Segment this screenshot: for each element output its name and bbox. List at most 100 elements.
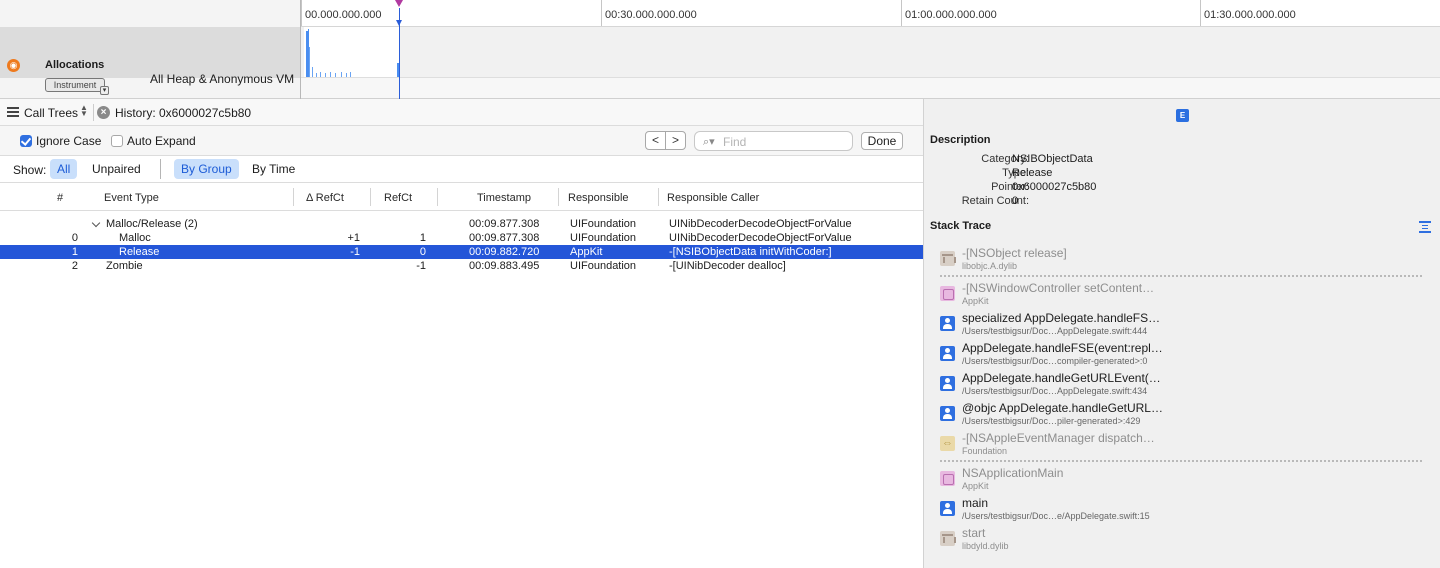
time-ruler[interactable]: 00.000.000.000 00:30.000.000.000 01:00.0… xyxy=(301,0,1440,27)
event-type-cell: Malloc xyxy=(119,232,151,244)
frame-symbol: AppDelegate.handleGetURLEvent(… xyxy=(962,371,1161,385)
stack-frame[interactable]: AppDelegate.handleFSE(event:repl… /Users… xyxy=(938,340,1418,370)
frame-source-path: /Users/testbigsur/Doc…e/AppDelegate.swif… xyxy=(962,511,1150,521)
frame-separator xyxy=(940,275,1422,277)
instrument-name: Allocations xyxy=(45,59,105,71)
stack-frame[interactable]: -[NSAppleEventManager dispatch… Foundati… xyxy=(938,430,1418,460)
column-header-responsible[interactable]: Responsible xyxy=(568,192,629,204)
retain-count-value: 0 xyxy=(1012,195,1019,207)
stack-frame[interactable]: specialized AppDelegate.handleFS… /Users… xyxy=(938,310,1418,340)
delta-refct-cell: +1 xyxy=(347,232,360,244)
jump-bar: Call Trees ▲ ▼ × History: 0x6000027c5b80 xyxy=(0,99,923,126)
column-separator[interactable] xyxy=(558,188,559,206)
pointer-value: 0x6000027c5b80 xyxy=(1012,181,1097,193)
done-button[interactable]: Done xyxy=(861,132,903,150)
stack-frame[interactable]: start libdyld.dylib xyxy=(938,525,1418,555)
frame-symbol: specialized AppDelegate.handleFS… xyxy=(962,311,1161,325)
frame-separator xyxy=(940,460,1422,462)
options-bar: Ignore Case Auto Expand < > ⌕▾ Done xyxy=(0,126,923,156)
frame-symbol: -[NSWindowController setContent… xyxy=(962,281,1155,295)
column-header-number[interactable]: # xyxy=(57,192,63,204)
user-code-icon xyxy=(940,346,955,361)
number-cell: 1 xyxy=(71,246,78,258)
allocations-track-graph[interactable] xyxy=(301,27,1440,78)
find-field[interactable]: ⌕▾ xyxy=(694,131,853,151)
event-type-cell: Zombie xyxy=(106,260,143,272)
stack-frame[interactable]: NSApplicationMain AppKit xyxy=(938,465,1418,495)
column-header-event-type[interactable]: Event Type xyxy=(104,192,159,204)
chevron-down-icon[interactable]: ▾ xyxy=(100,86,109,95)
responsible-caller-cell: UINibDecoderDecodeObjectForValue xyxy=(669,218,852,230)
column-separator[interactable] xyxy=(370,188,371,206)
find-input[interactable] xyxy=(723,134,847,149)
extended-detail-inspector: E Description Category: NSIBObjectData T… xyxy=(924,99,1440,568)
next-result-button[interactable]: > xyxy=(665,131,686,150)
extended-detail-tab-icon[interactable]: E xyxy=(1176,109,1189,122)
user-code-icon xyxy=(940,316,955,331)
stack-trace-heading: Stack Trace xyxy=(930,220,992,232)
hamburger-menu-icon[interactable] xyxy=(7,107,19,117)
table-row-selected[interactable]: 1 Release -1 0 00:09.882.720 AppKit -[NS… xyxy=(0,245,923,259)
responsible-caller-cell: UINibDecoderDecodeObjectForValue xyxy=(669,232,852,244)
column-separator[interactable] xyxy=(658,188,659,206)
instrument-track-header[interactable]: ◉ Allocations Instrument ▾ All Heap & An… xyxy=(0,27,300,95)
number-cell: 2 xyxy=(71,260,78,272)
close-history-icon[interactable]: × xyxy=(97,106,110,119)
column-header-delta-refct[interactable]: Δ RefCt xyxy=(306,192,344,204)
library-icon xyxy=(940,531,956,546)
frame-symbol: @objc AppDelegate.handleGetURL… xyxy=(962,401,1163,415)
instrument-badge[interactable]: Instrument xyxy=(45,78,105,92)
frame-source-path: /Users/testbigsur/Doc…AppDelegate.swift:… xyxy=(962,326,1148,336)
user-code-icon xyxy=(940,501,955,516)
stack-frame[interactable]: -[NSObject release] libobjc.A.dylib xyxy=(938,245,1418,275)
frame-symbol: main xyxy=(962,496,989,510)
collapse-frames-icon[interactable] xyxy=(1419,221,1431,233)
frame-library: libobjc.A.dylib xyxy=(962,261,1018,271)
column-header-timestamp[interactable]: Timestamp xyxy=(477,192,531,204)
inspection-head-line[interactable] xyxy=(399,8,400,99)
timestamp-cell: 00:09.882.720 xyxy=(469,246,540,258)
auto-expand-checkbox[interactable] xyxy=(111,135,123,147)
auto-expand-label[interactable]: Auto Expand xyxy=(127,134,196,148)
appkit-icon xyxy=(940,471,955,486)
filter-all-button[interactable]: All xyxy=(50,159,78,179)
responsible-cell: AppKit xyxy=(570,246,603,258)
ignore-case-checkbox[interactable] xyxy=(20,135,32,147)
frame-symbol: -[NSAppleEventManager dispatch… xyxy=(962,431,1155,445)
instrument-detail-label: All Heap & Anonymous VM xyxy=(150,72,295,86)
column-separator[interactable] xyxy=(437,188,438,206)
stack-frame[interactable]: @objc AppDelegate.handleGetURL… /Users/t… xyxy=(938,400,1418,430)
call-trees-selector[interactable]: Call Trees xyxy=(24,106,78,120)
type-value: Release xyxy=(1012,167,1053,179)
up-down-chevron-icon[interactable]: ▲ ▼ xyxy=(80,104,88,118)
group-by-group-button[interactable]: By Group xyxy=(174,159,239,179)
category-value: NSIBObjectData xyxy=(1012,153,1093,165)
column-header-responsible-caller[interactable]: Responsible Caller xyxy=(667,192,759,204)
column-separator[interactable] xyxy=(293,188,294,206)
inspection-head-top-marker[interactable] xyxy=(395,0,403,7)
column-header-refct[interactable]: RefCt xyxy=(384,192,412,204)
filter-unpaired-button[interactable]: Unpaired xyxy=(85,159,148,179)
ignore-case-label[interactable]: Ignore Case xyxy=(36,134,101,148)
stack-frame[interactable]: main /Users/testbigsur/Doc…e/AppDelegate… xyxy=(938,495,1418,525)
jump-bar-divider xyxy=(93,104,94,121)
history-breadcrumb[interactable]: History: 0x6000027c5b80 xyxy=(115,106,251,120)
allocation-histogram xyxy=(306,29,399,77)
disclosure-chevron-icon[interactable] xyxy=(91,218,101,228)
table-row[interactable]: 2 Zombie -1 00:09.883.495 UIFoundation -… xyxy=(0,259,923,273)
table-row[interactable]: 0 Malloc +1 1 00:09.877.308 UIFoundation… xyxy=(0,231,923,245)
table-row-group[interactable]: Malloc/Release (2) 00:09.877.308 UIFound… xyxy=(0,217,923,231)
frame-symbol: start xyxy=(962,526,986,540)
event-type-cell: Release xyxy=(119,246,160,258)
group-by-time-button[interactable]: By Time xyxy=(245,159,302,179)
frame-library: Foundation xyxy=(962,446,1008,456)
allocation-graph xyxy=(304,27,399,77)
stack-frame[interactable]: AppDelegate.handleGetURLEvent(… /Users/t… xyxy=(938,370,1418,400)
stack-frame[interactable]: -[NSWindowController setContent… AppKit xyxy=(938,280,1418,310)
foundation-icon xyxy=(940,436,955,451)
frame-library: AppKit xyxy=(962,296,989,306)
table-header: # Event Type Δ RefCt RefCt Timestamp Res… xyxy=(0,183,923,211)
user-code-icon xyxy=(940,406,955,421)
previous-result-button[interactable]: < xyxy=(645,131,666,150)
refct-cell: -1 xyxy=(416,260,426,272)
